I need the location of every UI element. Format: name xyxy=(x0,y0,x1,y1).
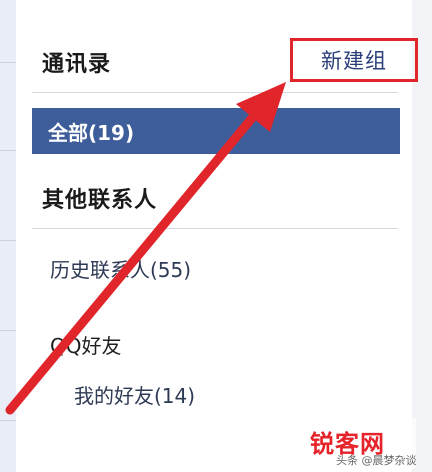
row-divider xyxy=(0,150,16,151)
group-all-label: 全部(19) xyxy=(48,120,135,145)
new-group-button[interactable]: 新建组 xyxy=(290,38,418,82)
section-divider xyxy=(32,228,398,229)
new-group-label: 新建组 xyxy=(321,49,387,73)
row-divider xyxy=(0,420,16,421)
watermark-caption: 头条 @晨梦杂谈 xyxy=(336,454,417,467)
header-divider xyxy=(32,92,398,93)
row-divider xyxy=(0,330,16,331)
contacts-panel: 通讯录 新建组 全部(19) 其他联系人 历史联系人(55) QQ好友 我的好友… xyxy=(16,0,418,472)
group-all-item[interactable]: 全部(19) xyxy=(32,108,400,154)
my-friends-item[interactable]: 我的好友(14) xyxy=(74,380,195,409)
contacts-title: 通讯录 xyxy=(42,52,112,77)
row-divider xyxy=(0,240,16,241)
qq-friends-item[interactable]: QQ好友 xyxy=(50,330,121,359)
left-panel-edge xyxy=(0,0,17,472)
row-divider xyxy=(0,62,16,63)
history-contacts-item[interactable]: 历史联系人(55) xyxy=(50,254,191,283)
other-contacts-title: 其他联系人 xyxy=(42,188,158,213)
